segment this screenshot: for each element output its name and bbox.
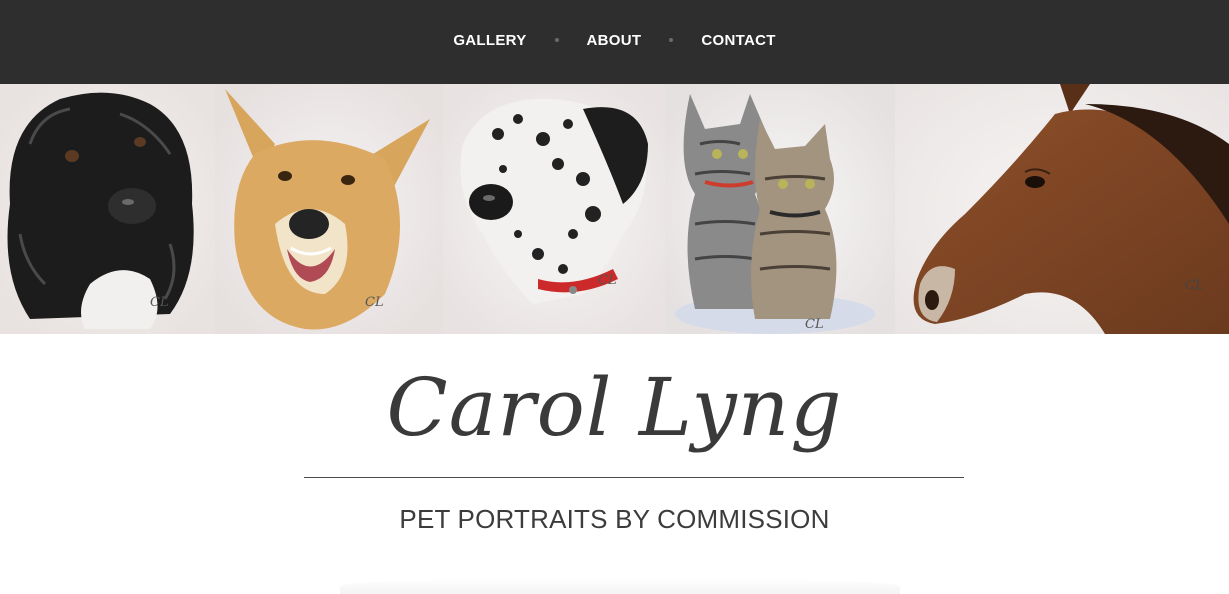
main-nav: GALLERY ABOUT CONTACT <box>0 0 1229 80</box>
nav-contact-link[interactable]: CONTACT <box>699 32 777 49</box>
svg-text:CL: CL <box>365 295 384 310</box>
portrait-black-dog[interactable]: CL <box>0 84 215 334</box>
portrait-spotted-dog[interactable]: CL <box>443 84 665 334</box>
portrait-banner: CL CL CL CL CL <box>0 84 1229 334</box>
svg-text:CL: CL <box>150 295 169 310</box>
site-title: Carol Lyng <box>386 361 843 454</box>
portrait-two-kittens[interactable]: CL <box>665 84 895 334</box>
top-navigation-bar: GALLERY ABOUT CONTACT <box>0 0 1229 84</box>
svg-text:CL: CL <box>1185 278 1204 293</box>
svg-text:CL: CL <box>598 273 617 288</box>
content-edge-shadow <box>340 578 900 594</box>
title-divider <box>304 477 964 478</box>
nav-about-link[interactable]: ABOUT <box>585 32 644 49</box>
nav-separator-dot <box>554 38 559 42</box>
nav-gallery-link[interactable]: GALLERY <box>451 32 528 49</box>
nav-separator-dot <box>669 38 674 42</box>
site-subtitle: PET PORTRAITS BY COMMISSION <box>399 504 830 534</box>
svg-text:CL: CL <box>805 317 824 332</box>
portrait-golden-dog[interactable]: CL <box>215 84 443 334</box>
portrait-horse[interactable]: CL <box>895 84 1229 334</box>
